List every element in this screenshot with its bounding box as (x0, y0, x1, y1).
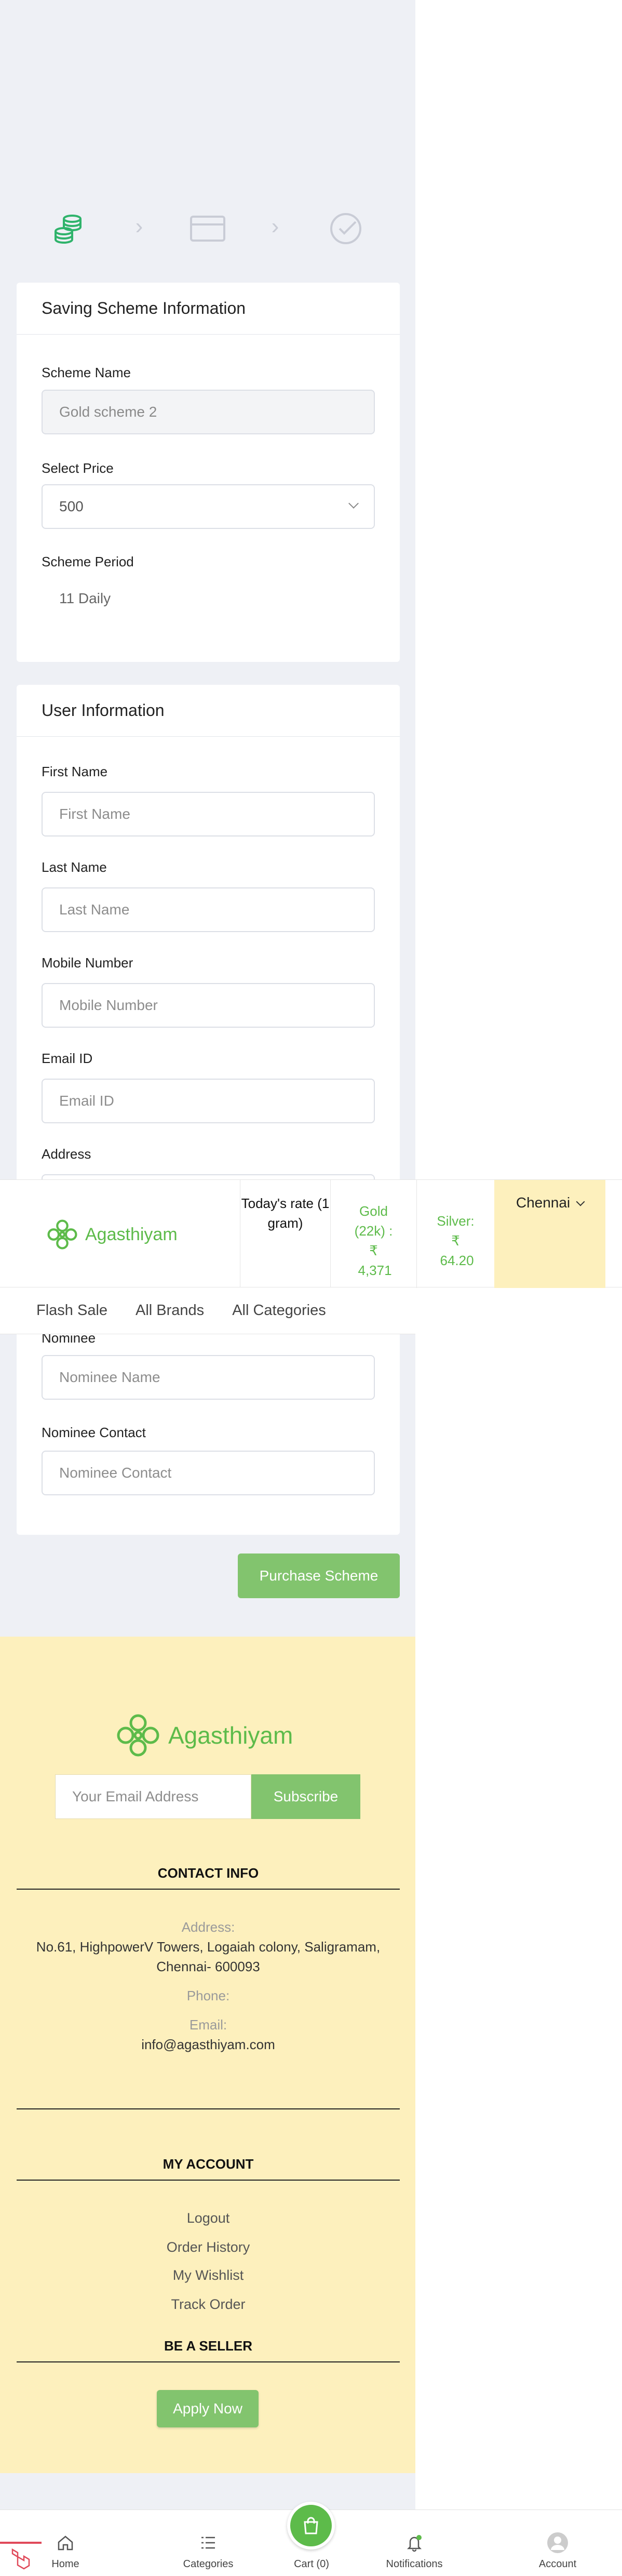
footer-logo[interactable]: Agasthiyam (114, 1709, 293, 1761)
cart-button[interactable] (287, 2502, 335, 2550)
email-label: Email ID (42, 1051, 93, 1066)
nominee-contact-input[interactable] (59, 1465, 357, 1481)
silver-rate: Silver: ₹ 64.20 (416, 1180, 494, 1288)
last-name-input[interactable] (59, 901, 357, 918)
nominee-contact-field[interactable] (42, 1451, 375, 1495)
phone-label: Phone: (186, 1988, 230, 2003)
last-name-label: Last Name (42, 859, 107, 875)
nav-flash-sale[interactable]: Flash Sale (36, 1302, 107, 1319)
nav-all-brands[interactable]: All Brands (136, 1302, 204, 1319)
select-price-label: Select Price (42, 460, 114, 476)
site-header: Agasthiyam Today's rate (1 gram) Gold (2… (0, 1179, 622, 1288)
card-title: User Information (17, 685, 400, 737)
brand-name: Agasthiyam (168, 1722, 293, 1749)
card-title: Saving Scheme Information (17, 283, 400, 335)
nominee-contact-label: Nominee Contact (42, 1425, 146, 1440)
user-info-card: User Information First Name Last Name Mo… (17, 685, 400, 1535)
bell-icon (405, 2530, 424, 2555)
address-label: Address (42, 1146, 91, 1162)
gold-rate-label: Gold (22k) : (354, 1203, 393, 1239)
flower-logo-icon (117, 1714, 159, 1757)
address-value: No.61, HighpowerV Towers, Logaiah colony… (36, 1939, 381, 1974)
shopping-bag-icon (304, 2517, 318, 2534)
category-nav: Flash Sale All Brands All Categories (0, 1287, 415, 1334)
footer: Agasthiyam Your Email Address Subscribe … (0, 1637, 415, 2473)
newsletter-email-input[interactable]: Your Email Address (55, 1774, 251, 1819)
scheme-info-card: Saving Scheme Information Scheme Name Go… (17, 283, 400, 662)
chevron-right-icon: › (271, 214, 279, 239)
nominee-input[interactable] (59, 1369, 357, 1386)
silver-rate-value: ₹ 64.20 (440, 1233, 474, 1268)
avatar (547, 2530, 569, 2555)
tab-notifications[interactable]: Notifications (378, 2510, 451, 2576)
my-wishlist-link[interactable]: My Wishlist (17, 2267, 400, 2283)
tab-account[interactable]: Account (532, 2510, 584, 2576)
flower-logo-icon (47, 1219, 77, 1250)
tab-categories[interactable]: Categories (177, 2510, 240, 2576)
apply-now-button[interactable]: Apply Now (157, 2390, 259, 2427)
last-name-field[interactable] (42, 887, 375, 932)
nav-all-categories[interactable]: All Categories (232, 1302, 326, 1319)
purchase-scheme-button[interactable]: Purchase Scheme (238, 1553, 400, 1598)
divider (17, 2108, 400, 2109)
app-corner-icon[interactable] (0, 2542, 42, 2576)
mobile-number-field[interactable] (42, 983, 375, 1028)
email-label: Email: (189, 2017, 227, 2033)
selected-price: 500 (59, 498, 84, 514)
mobile-number-label: Mobile Number (42, 955, 133, 971)
subscribe-button[interactable]: Subscribe (251, 1774, 360, 1819)
coins-icon (48, 208, 89, 249)
email-field[interactable] (42, 1079, 375, 1123)
order-history-link[interactable]: Order History (17, 2239, 400, 2255)
logout-link[interactable]: Logout (17, 2210, 400, 2226)
chevron-right-icon: › (135, 214, 143, 239)
scheme-period-value: 11 Daily (59, 590, 111, 606)
gold-rate: Gold (22k) : ₹ 4,371 (330, 1180, 416, 1288)
tab-account-label: Account (538, 2558, 577, 2570)
contact-info-heading: CONTACT INFO (17, 1865, 400, 1890)
email-input[interactable] (59, 1093, 357, 1109)
be-a-seller-heading: BE A SELLER (17, 2338, 400, 2362)
chevron-down-icon (348, 498, 359, 509)
tab-cart-label: Cart (0) (294, 2558, 329, 2570)
first-name-field[interactable] (42, 792, 375, 836)
laravel-logo-icon (11, 2548, 30, 2570)
select-price-dropdown[interactable]: 500 (42, 484, 375, 529)
list-icon (199, 2530, 217, 2555)
blank-area (415, 0, 622, 2576)
first-name-input[interactable] (59, 806, 357, 822)
gold-rate-value: ₹ 4,371 (358, 1243, 392, 1278)
brand-name: Agasthiyam (85, 1224, 178, 1244)
tab-categories-label: Categories (183, 2558, 234, 2570)
track-order-link[interactable]: Track Order (17, 2296, 400, 2313)
header-logo[interactable]: Agasthiyam (46, 1216, 178, 1253)
silver-rate-label: Silver: (437, 1213, 475, 1229)
scheme-period-label: Scheme Period (42, 554, 134, 569)
tab-notifications-label: Notifications (386, 2558, 443, 2570)
tab-home-label: Home (51, 2558, 79, 2570)
email-value[interactable]: info@agasthiyam.com (17, 2035, 400, 2054)
chevron-down-icon (576, 1197, 585, 1206)
check-circle-icon (325, 208, 367, 249)
selected-city: Chennai (516, 1194, 571, 1211)
scheme-name-label: Scheme Name (42, 365, 131, 380)
scheme-name-field: Gold scheme 2 (42, 390, 375, 434)
first-name-label: First Name (42, 764, 108, 779)
card-icon (187, 208, 228, 249)
tab-home[interactable]: Home (45, 2510, 86, 2576)
nominee-field[interactable] (42, 1355, 375, 1400)
home-icon (57, 2530, 74, 2555)
todays-rate-label: Today's rate (1 gram) (240, 1180, 330, 1288)
city-selector[interactable]: Chennai (494, 1180, 605, 1288)
my-account-heading: MY ACCOUNT (17, 2156, 400, 2181)
address-label: Address: (181, 1919, 235, 1935)
newsletter-form: Your Email Address Subscribe (55, 1774, 360, 1819)
checkout-stepper: › › (0, 208, 415, 249)
mobile-number-input[interactable] (59, 997, 357, 1014)
